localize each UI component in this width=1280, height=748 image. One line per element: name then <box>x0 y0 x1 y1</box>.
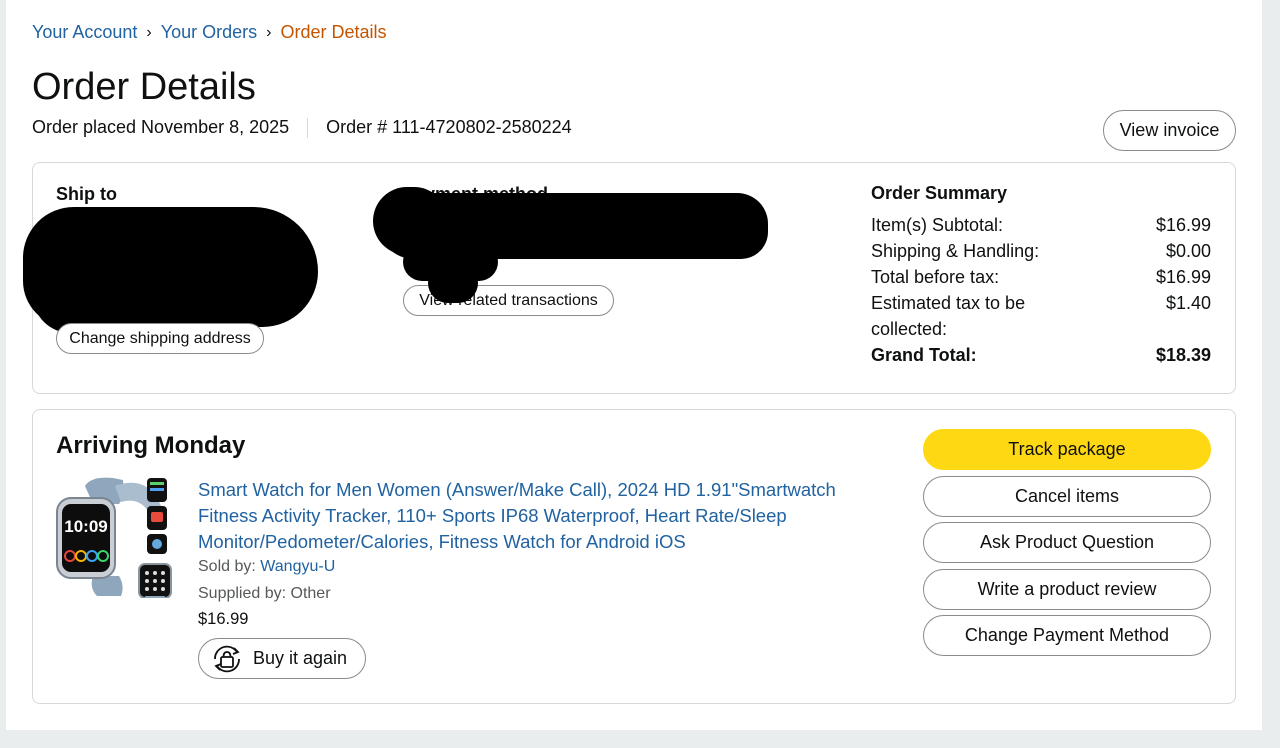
product-title-link[interactable]: Smart Watch for Men Women (Answer/Make C… <box>198 477 858 555</box>
breadcrumb-your-orders[interactable]: Your Orders <box>161 22 257 43</box>
summary-value: $1.40 <box>1165 293 1211 313</box>
order-summary: Order Summary Item(s) Subtotal: $16.99 S… <box>871 183 1211 368</box>
breadcrumb-your-account[interactable]: Your Account <box>32 22 137 43</box>
buy-again-icon <box>214 645 240 672</box>
redacted-payment-4 <box>428 263 478 303</box>
arrival-heading: Arriving Monday <box>56 432 246 459</box>
summary-label: Total before tax: <box>871 267 1000 287</box>
summary-value: $0.00 <box>1165 241 1211 261</box>
order-placed-date: Order placed November 8, 2025 <box>32 117 290 137</box>
order-summary-title: Order Summary <box>871 183 1008 203</box>
sold-by-label: Sold by: <box>198 558 261 575</box>
shipment-box: Arriving Monday 10:09 Smart Watch for Me… <box>32 409 1236 704</box>
breadcrumb: Your Account › Your Orders › Order Detai… <box>32 22 387 43</box>
grand-total-value: $18.39 <box>1155 345 1211 365</box>
seller-link[interactable]: Wangyu-U <box>260 558 335 575</box>
breadcrumb-current: Order Details <box>280 22 387 42</box>
smartwatch-image: 10:09 <box>56 477 172 604</box>
redacted-address-extra <box>33 258 153 333</box>
ask-product-question-button[interactable]: Ask Product Question <box>923 522 1211 563</box>
change-payment-method-button[interactable]: Change Payment Method <box>923 615 1211 656</box>
order-info-box: Ship to Change shipping address yment me… <box>23 162 1236 394</box>
buy-it-again-button[interactable]: Buy it again <box>198 638 366 679</box>
cancel-items-button[interactable]: Cancel items <box>923 475 1211 517</box>
ship-to-label: Ship to <box>56 184 117 204</box>
buy-it-again-label: Buy it again <box>253 648 348 668</box>
breadcrumb-separator: › <box>266 23 272 41</box>
supplied-by: Supplied by: Other <box>198 585 331 602</box>
order-number: Order # 111-4720802-2580224 <box>326 117 572 137</box>
view-invoice-button[interactable]: View invoice <box>1103 110 1236 151</box>
breadcrumb-separator: › <box>146 23 152 41</box>
page-title: Order Details <box>32 66 256 108</box>
grand-total-label: Grand Total: <box>871 345 977 365</box>
meta-divider <box>307 117 309 138</box>
order-details-page: Your Account › Your Orders › Order Detai… <box>6 0 1262 730</box>
summary-row: Estimated tax to be collected: $1.40 <box>871 290 1211 342</box>
product-price: $16.99 <box>198 610 249 628</box>
grand-total-row: Grand Total: $18.39 <box>871 342 1211 368</box>
summary-row: Item(s) Subtotal: $16.99 <box>871 212 1211 238</box>
summary-label: Estimated tax to be collected: <box>871 293 1026 339</box>
shipment-actions: Track package Cancel items Ask Product Q… <box>923 429 1211 662</box>
product-image[interactable]: 10:09 <box>53 476 178 604</box>
summary-label: Shipping & Handling: <box>871 241 1040 261</box>
watch-time: 10:09 <box>64 517 107 536</box>
summary-row: Shipping & Handling: $0.00 <box>871 238 1211 264</box>
summary-value: $16.99 <box>1155 267 1211 287</box>
summary-row: Total before tax: $16.99 <box>871 264 1211 290</box>
summary-value: $16.99 <box>1155 215 1211 235</box>
track-package-button[interactable]: Track package <box>923 429 1211 470</box>
write-product-review-button[interactable]: Write a product review <box>923 568 1211 610</box>
sold-by: Sold by: Wangyu-U <box>198 558 335 576</box>
summary-label: Item(s) Subtotal: <box>871 215 1004 235</box>
change-shipping-address-button[interactable]: Change shipping address <box>56 323 264 354</box>
order-meta: Order placed November 8, 2025 Order # 11… <box>32 117 572 138</box>
